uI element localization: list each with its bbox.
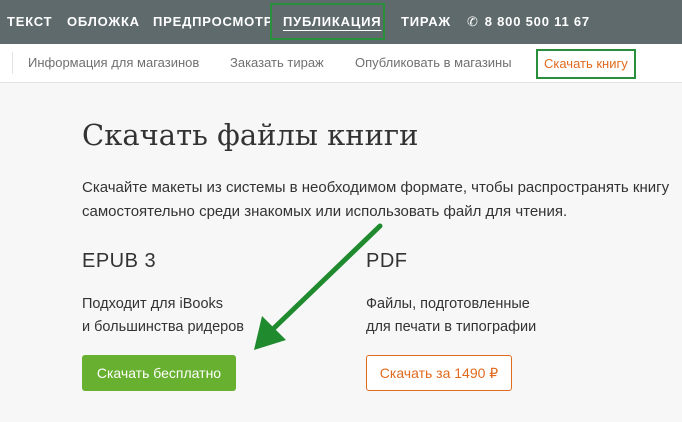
subnav-store-info[interactable]: Информация для магазинов bbox=[28, 44, 199, 82]
pdf-title: PDF bbox=[366, 250, 408, 272]
subnav-order-print[interactable]: Заказать тираж bbox=[230, 44, 324, 82]
download-paid-button[interactable]: Скачать за 1490 ₽ bbox=[366, 355, 512, 391]
subnav-publish-stores[interactable]: Опубликовать в магазины bbox=[355, 44, 512, 82]
nav-text[interactable]: ТЕКСТ bbox=[7, 0, 52, 44]
top-navigation: ТЕКСТ ОБЛОЖКА ПРЕДПРОСМОТР ПУБЛИКАЦИЯ ТИ… bbox=[0, 0, 682, 44]
epub-line-1: Подходит для iBooks bbox=[82, 296, 224, 312]
epub-line-2: и большинства ридеров bbox=[82, 319, 244, 335]
pdf-description: Файлы, подготовленные для печати в типог… bbox=[366, 293, 536, 339]
epub-description: Подходит для iBooks и большинства ридеро… bbox=[82, 293, 244, 339]
page-description: Скачайте макеты из системы в необходимом… bbox=[82, 179, 670, 220]
nav-print-run[interactable]: ТИРАЖ bbox=[401, 0, 451, 44]
nav-preview[interactable]: ПРЕДПРОСМОТР bbox=[153, 0, 273, 44]
subnav-download-book[interactable]: Скачать книгу bbox=[536, 49, 636, 79]
divider bbox=[12, 52, 13, 74]
phone-icon: ✆ bbox=[467, 14, 479, 29]
page-title: Скачать файлы книги bbox=[82, 118, 419, 152]
epub-title: EPUB 3 bbox=[82, 250, 157, 272]
nav-cover[interactable]: ОБЛОЖКА bbox=[67, 0, 140, 44]
sub-navigation: Информация для магазинов Заказать тираж … bbox=[0, 44, 682, 83]
phone-number: 8 800 500 11 67 bbox=[484, 14, 590, 29]
download-free-button[interactable]: Скачать бесплатно bbox=[82, 355, 236, 391]
pdf-line-2: для печати в типографии bbox=[366, 319, 537, 335]
nav-publication[interactable]: ПУБЛИКАЦИЯ bbox=[283, 0, 381, 44]
pdf-line-1: Файлы, подготовленные bbox=[366, 296, 530, 312]
nav-phone[interactable]: ✆ 8 800 500 11 67 bbox=[467, 0, 590, 44]
